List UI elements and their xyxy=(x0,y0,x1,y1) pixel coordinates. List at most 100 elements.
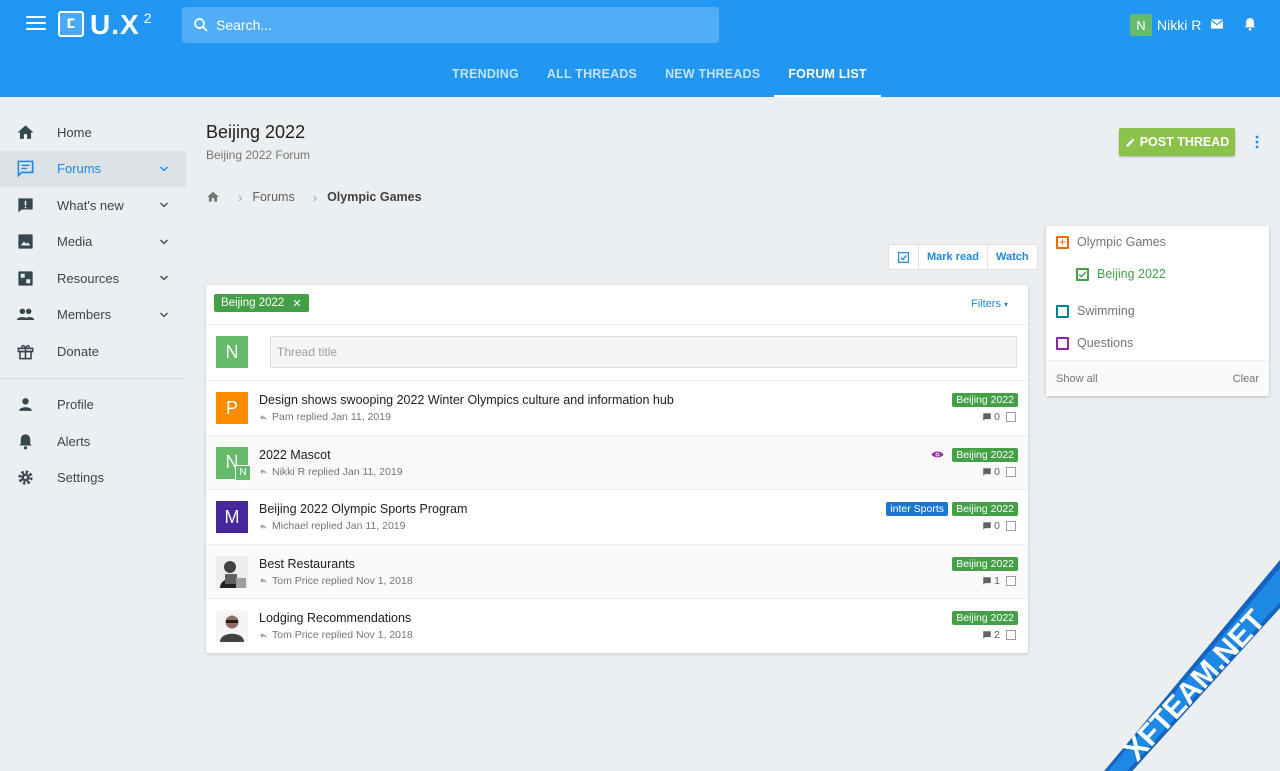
show-all-link[interactable]: Show all xyxy=(1056,373,1098,385)
sidebar-item-profile[interactable]: Profile xyxy=(0,387,186,424)
thread-meta-text: Nikki R replied Jan 11, 2019 xyxy=(272,465,403,478)
sidebar-item-label: Settings xyxy=(57,470,104,486)
sidebar-item-resources[interactable]: Resources xyxy=(0,260,186,297)
reply-icon xyxy=(260,632,267,639)
sidebar-item-home[interactable]: Home xyxy=(0,114,186,151)
watermark-banner: XFTEAM.NET xyxy=(1104,560,1280,771)
table-row[interactable]: Lodging Recommendations Tom Price replie… xyxy=(206,599,1028,654)
page-title: Beijing 2022 xyxy=(206,122,306,142)
bell-icon xyxy=(19,434,32,450)
post-thread-label: POST THREAD xyxy=(1139,135,1230,149)
table-row[interactable]: Best Restaurants Tom Price replied Nov 1… xyxy=(206,544,1028,600)
sidebar-item-members[interactable]: Members xyxy=(0,297,186,334)
chevron-down-icon[interactable] xyxy=(158,236,170,248)
filter-item-olympic-games[interactable]: + Olympic Games xyxy=(1056,234,1166,250)
watermark: XFTEAM.NET xyxy=(1080,560,1280,771)
filters-label: Filters xyxy=(971,298,1001,310)
avatar[interactable] xyxy=(216,610,248,643)
tab-forum-list[interactable]: FORUM LIST xyxy=(774,52,881,97)
checkbox-icon xyxy=(898,251,909,263)
thread-stats: 0 xyxy=(982,520,1016,532)
breadcrumb-olympic-games[interactable]: Olympic Games xyxy=(327,190,422,204)
thread-meta: Michael replied Jan 11, 2019 xyxy=(259,520,405,532)
reply-icon xyxy=(260,468,267,475)
filter-item-swimming[interactable]: Swimming xyxy=(1056,303,1135,319)
avatar[interactable]: M xyxy=(216,501,248,534)
prefix-badge[interactable]: Beijing 2022 xyxy=(952,393,1018,407)
person-icon xyxy=(19,398,32,412)
sidebar-item-donate[interactable]: Donate xyxy=(0,333,186,370)
filter-item-beijing-2022[interactable]: Beijing 2022 xyxy=(1076,266,1166,282)
sidebar-item-alerts[interactable]: Alerts xyxy=(0,423,186,460)
prefix-badge[interactable]: Beijing 2022 xyxy=(952,556,1018,571)
table-row[interactable]: P Design shows swooping 2022 Winter Olym… xyxy=(206,381,1028,436)
user-avatar: N xyxy=(1130,14,1152,36)
mail-icon[interactable] xyxy=(1209,16,1225,32)
chevron-down-icon[interactable] xyxy=(158,309,170,321)
select-checkbox[interactable] xyxy=(1006,466,1016,477)
remove-filter-icon[interactable]: ✕ xyxy=(292,297,301,310)
thread-title[interactable]: Design shows swooping 2022 Winter Olympi… xyxy=(259,393,674,407)
clear-link[interactable]: Clear xyxy=(1233,373,1259,385)
table-row[interactable]: N N 2022 Mascot Nikki R replied Jan 11, … xyxy=(206,435,1028,491)
user-menu[interactable]: N Nikki R xyxy=(1130,14,1201,36)
thread-title[interactable]: 2022 Mascot xyxy=(259,448,331,462)
thread-meta-text: Pam replied Jan 11, 2019 xyxy=(272,411,391,423)
checkbox-icon xyxy=(1056,304,1069,318)
chevron-down-icon[interactable] xyxy=(158,163,170,175)
search-bar[interactable] xyxy=(182,7,719,43)
select-checkbox[interactable] xyxy=(1006,630,1016,641)
avatar[interactable]: P xyxy=(216,392,248,424)
table-row[interactable]: M Beijing 2022 Olympic Sports Program Mi… xyxy=(206,490,1028,545)
post-thread-button[interactable]: POST THREAD xyxy=(1119,128,1235,156)
sidebar-item-settings[interactable]: Settings xyxy=(0,460,186,497)
thread-title-input[interactable] xyxy=(270,336,1017,368)
breadcrumb-forums[interactable]: Forums xyxy=(252,190,294,204)
menu-icon[interactable] xyxy=(26,16,46,32)
chevron-down-icon[interactable] xyxy=(158,272,170,284)
watch-button[interactable]: Watch xyxy=(986,245,1037,269)
filter-item-questions[interactable]: Questions xyxy=(1056,335,1133,351)
prefix-badge[interactable]: Beijing 2022 xyxy=(952,611,1018,626)
sidebar-item-whats-new[interactable]: What's new xyxy=(0,187,186,224)
feedback-icon xyxy=(18,198,33,213)
more-options-icon[interactable] xyxy=(1251,134,1263,150)
sidebar-item-media[interactable]: Media xyxy=(0,224,186,261)
sidebar-item-label: Media xyxy=(57,234,93,250)
select-checkbox[interactable] xyxy=(1006,575,1016,586)
active-prefix-filter[interactable]: Beijing 2022 ✕ xyxy=(214,294,309,312)
thread-title[interactable]: Beijing 2022 Olympic Sports Program xyxy=(259,502,467,516)
checked-box-icon xyxy=(1076,267,1089,281)
thread-title[interactable]: Lodging Recommendations xyxy=(259,611,411,625)
sidebar-item-forums[interactable]: Forums xyxy=(0,150,186,187)
prefix-badge[interactable]: Beijing 2022 xyxy=(952,447,1018,462)
logo-mark: ⵎ xyxy=(58,11,84,37)
thread-title[interactable]: Best Restaurants xyxy=(259,557,355,571)
watermark-text: XFTEAM.NET xyxy=(1118,604,1272,768)
prefix-badge-secondary[interactable]: inter Sports xyxy=(886,502,948,517)
bell-icon[interactable] xyxy=(1242,16,1258,32)
mark-read-button[interactable]: Mark read xyxy=(918,245,987,269)
prefix-badge[interactable]: Beijing 2022 xyxy=(952,502,1018,517)
sidebar-item-label: Members xyxy=(57,307,112,323)
people-icon xyxy=(16,308,35,321)
select-toggle-button[interactable] xyxy=(889,245,918,269)
home-icon xyxy=(17,125,34,139)
tab-trending[interactable]: TRENDING xyxy=(438,52,533,97)
logo-superscript: 2 xyxy=(143,10,152,26)
tab-all-threads[interactable]: ALL THREADS xyxy=(533,52,651,97)
site-logo[interactable]: ⵎ U.X 2 xyxy=(58,10,151,40)
avatar[interactable] xyxy=(216,555,248,588)
filters-menu[interactable]: Filters ▾ xyxy=(971,298,1008,310)
pencil-icon xyxy=(1126,137,1135,147)
home-icon[interactable] xyxy=(206,190,220,204)
avatar: N xyxy=(216,336,248,368)
gear-icon xyxy=(18,470,33,485)
reply-count: 0 xyxy=(994,520,1000,533)
select-checkbox[interactable] xyxy=(1006,521,1016,532)
search-input[interactable] xyxy=(216,17,696,33)
chevron-down-icon[interactable] xyxy=(158,199,170,211)
select-checkbox[interactable] xyxy=(1006,412,1016,422)
thread-meta-text: Michael replied Jan 11, 2019 xyxy=(272,520,406,533)
tab-new-threads[interactable]: NEW THREADS xyxy=(651,52,774,97)
